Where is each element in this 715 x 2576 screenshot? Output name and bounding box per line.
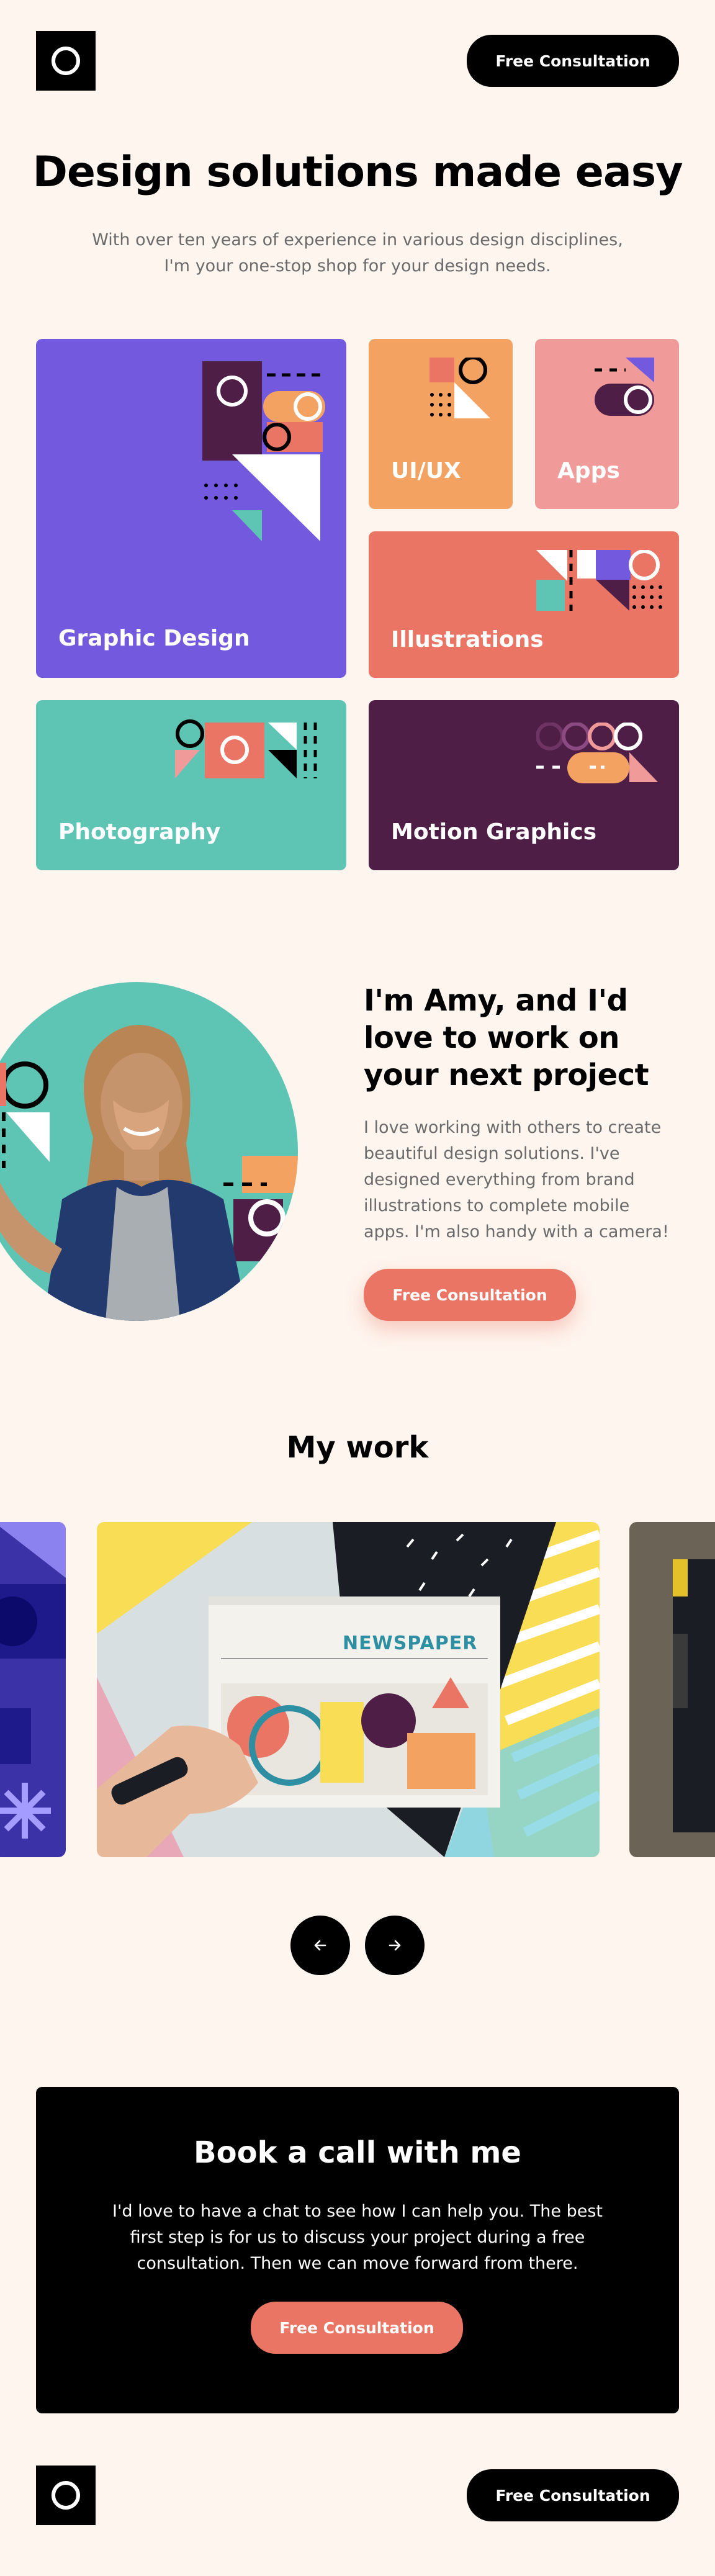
hero-subtitle: With over ten years of experience in var… xyxy=(92,230,623,276)
about-text: I love working with others to create bea… xyxy=(364,1118,669,1241)
cta-consultation-button[interactable]: Free Consultation xyxy=(251,2302,463,2354)
about-title: I'm Amy, and I'd love to work on your ne… xyxy=(364,983,649,1092)
service-card-photography[interactable]: Photography xyxy=(36,700,346,870)
portfolio-slide-next[interactable] xyxy=(629,1522,715,1857)
service-label: Apps xyxy=(557,458,620,484)
portfolio-slide-previous[interactable] xyxy=(0,1522,66,1857)
service-card-motion-graphics[interactable]: Motion Graphics xyxy=(369,700,679,870)
logo[interactable] xyxy=(36,31,96,91)
service-label: UI/UX xyxy=(391,458,461,484)
ui-ux-illustration xyxy=(429,358,490,418)
ring-logo-icon xyxy=(52,47,80,75)
cta-title: Book a call with me xyxy=(194,2135,521,2170)
carousel-next-button[interactable] xyxy=(365,1916,425,1975)
about-consultation-button[interactable]: Free Consultation xyxy=(364,1269,576,1321)
carousel-prev-button[interactable] xyxy=(290,1916,350,1975)
service-label: Photography xyxy=(58,819,221,845)
motion-graphics-illustration xyxy=(536,723,658,783)
service-card-apps[interactable]: Apps xyxy=(535,339,679,509)
graphic-design-illustration xyxy=(202,361,325,541)
service-label: Graphic Design xyxy=(58,626,250,651)
newspaper-headline: NEWSPAPER xyxy=(343,1633,478,1654)
service-card-illustrations[interactable]: Illustrations xyxy=(369,531,679,678)
footer-consultation-button[interactable]: Free Consultation xyxy=(467,2469,679,2521)
arrow-left-icon xyxy=(314,1940,326,1951)
service-card-ui-ux[interactable]: UI/UX xyxy=(369,339,513,509)
portfolio-slide-newspaper[interactable]: NEWSPAPER xyxy=(97,1522,600,1857)
illustrations-illustration xyxy=(536,550,662,611)
hero-title: Design solutions made easy xyxy=(32,148,683,197)
cta-text: I'd love to have a chat to see how I can… xyxy=(112,2202,603,2273)
ring-logo-icon xyxy=(52,2481,80,2510)
apps-illustration xyxy=(595,358,654,416)
work-title: My work xyxy=(286,1430,429,1465)
service-label: Motion Graphics xyxy=(391,819,597,845)
portrait-photo xyxy=(0,982,298,1321)
booking-cta-section: Book a call with me I'd love to have a c… xyxy=(36,2087,679,2413)
arrow-right-icon xyxy=(389,1940,401,1951)
photography-illustration xyxy=(175,719,317,778)
service-card-graphic-design[interactable]: Graphic Design xyxy=(36,339,346,678)
header-consultation-button[interactable]: Free Consultation xyxy=(467,35,679,87)
service-label: Illustrations xyxy=(391,627,544,652)
footer-logo[interactable] xyxy=(36,2466,96,2525)
